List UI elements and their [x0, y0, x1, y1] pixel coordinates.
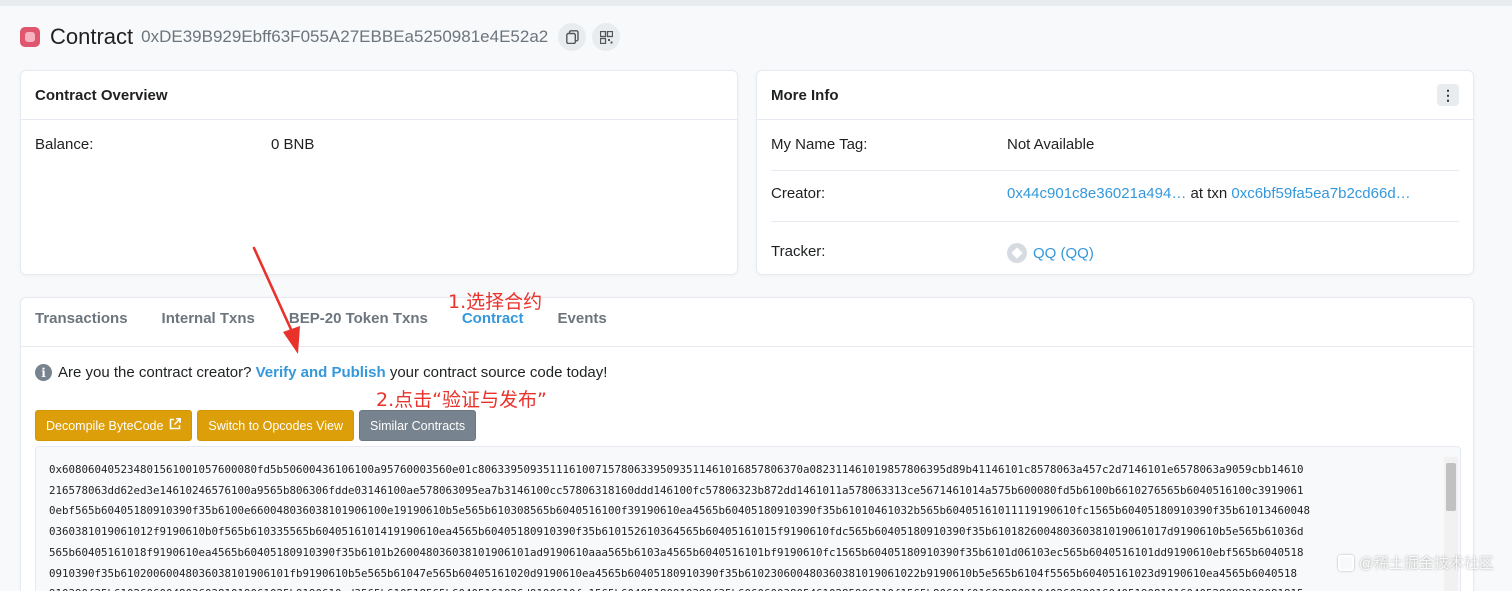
contract-tabs-card: Transactions Internal Txns BEP-20 Token … [20, 297, 1474, 591]
balance-row: Balance: 0 BNB [35, 136, 723, 153]
switch-to-opcodes-label: Switch to Opcodes View [208, 418, 343, 433]
token-icon [1007, 243, 1027, 263]
external-link-icon [169, 418, 182, 433]
watermark-text: @稀土掘金技术社区 [1358, 555, 1494, 572]
more-info-title: More Info [771, 86, 839, 104]
watermark: @稀土掘金技术社区 [1337, 552, 1494, 573]
switch-to-opcodes-button[interactable]: Switch to Opcodes View [197, 410, 354, 441]
name-tag-value: Not Available [1007, 136, 1095, 153]
creator-txn-link[interactable]: 0xc6bf59fa5ea7b2cd66d… [1231, 185, 1410, 202]
creator-row: Creator: 0x44c901c8e36021a494… at txn 0x… [771, 185, 1459, 202]
more-info-header: More Info ⋮ [757, 71, 1473, 120]
bytecode-line: 565b60405161018f9190610ea4565b6040518091… [49, 545, 1304, 559]
qr-code-icon[interactable] [592, 23, 621, 51]
divider [771, 221, 1459, 222]
notice-suffix: your contract source code today! [389, 364, 608, 381]
at-txn-label: at txn [1190, 185, 1228, 202]
bytecode-line: 910390f35b610260600480360381019061025b91… [49, 584, 1431, 591]
watermark-logo-icon [1337, 554, 1354, 571]
bytecode-line: 0360381019061012f9190610b0f565b610335565… [49, 525, 1304, 539]
annotation-step2: 2.点击“验证与发布” [376, 389, 547, 411]
similar-contracts-button[interactable]: Similar Contracts [358, 410, 477, 441]
balance-label: Balance: [35, 136, 94, 153]
creator-address-link[interactable]: 0x44c901c8e36021a494… [1007, 185, 1186, 202]
more-options-icon[interactable]: ⋮ [1437, 84, 1459, 106]
tab-events[interactable]: Events [558, 310, 607, 327]
bytecode-line: 216578063dd62ed3e14610246576100a9565b806… [49, 483, 1304, 497]
divider [771, 170, 1459, 171]
bytecode-box[interactable]: 0x608060405234801561001057600080fd5b5060… [35, 446, 1461, 591]
tab-bar: Transactions Internal Txns BEP-20 Token … [35, 310, 641, 327]
tracker-label: Tracker: [771, 243, 826, 260]
page-title: Contract [50, 24, 134, 49]
tab-divider [21, 346, 1473, 347]
info-icon: i [35, 364, 52, 381]
action-buttons: Decompile ByteCode Switch to Opcodes Vie… [35, 410, 481, 441]
contract-address: 0xDE39B929Ebff63F055A27EBBEa5250981e4E52… [141, 27, 549, 46]
verify-notice: i Are you the contract creator? Verify a… [35, 364, 607, 381]
bytecode-text: 0x608060405234801561001057600080fd5b5060… [49, 460, 1431, 591]
top-strip [0, 0, 1512, 6]
decompile-bytecode-label: Decompile ByteCode [46, 418, 164, 433]
notice-prefix: Are you the contract creator? [58, 364, 252, 381]
contract-overview-card: Contract Overview Balance: 0 BNB [20, 70, 738, 275]
bytecode-line: 0ebf565b60405180910390f35b6100e660048036… [49, 504, 1311, 518]
verify-and-publish-link[interactable]: Verify and Publish [256, 364, 386, 381]
tab-transactions[interactable]: Transactions [35, 310, 128, 327]
scrollbar-thumb[interactable] [1446, 463, 1456, 511]
contract-overview-header: Contract Overview [21, 71, 737, 120]
bytecode-line: 0910390f35b61020060048036038101906101fb9… [49, 566, 1298, 580]
decompile-bytecode-button[interactable]: Decompile ByteCode [35, 410, 193, 441]
balance-value: 0 BNB [271, 136, 315, 153]
bytecode-line: 0x608060405234801561001057600080fd5b5060… [49, 463, 1304, 476]
page-header: Contract 0xDE39B929Ebff63F055A27EBBEa525… [20, 20, 626, 54]
annotation-arrow [252, 246, 300, 354]
contract-overview-title: Contract Overview [35, 86, 168, 104]
similar-contracts-label: Similar Contracts [369, 418, 466, 433]
copy-icon[interactable] [558, 23, 587, 51]
tracker-row: Tracker: QQ (QQ) [771, 243, 1459, 263]
annotation-step1: 1.选择合约 [448, 291, 543, 313]
contract-logo-icon [20, 27, 40, 47]
name-tag-label: My Name Tag: [771, 136, 868, 153]
creator-label: Creator: [771, 185, 826, 202]
name-tag-row: My Name Tag: Not Available [771, 136, 1459, 153]
more-info-card: More Info ⋮ My Name Tag: Not Available C… [756, 70, 1474, 275]
tracker-link[interactable]: QQ (QQ) [1033, 245, 1094, 262]
